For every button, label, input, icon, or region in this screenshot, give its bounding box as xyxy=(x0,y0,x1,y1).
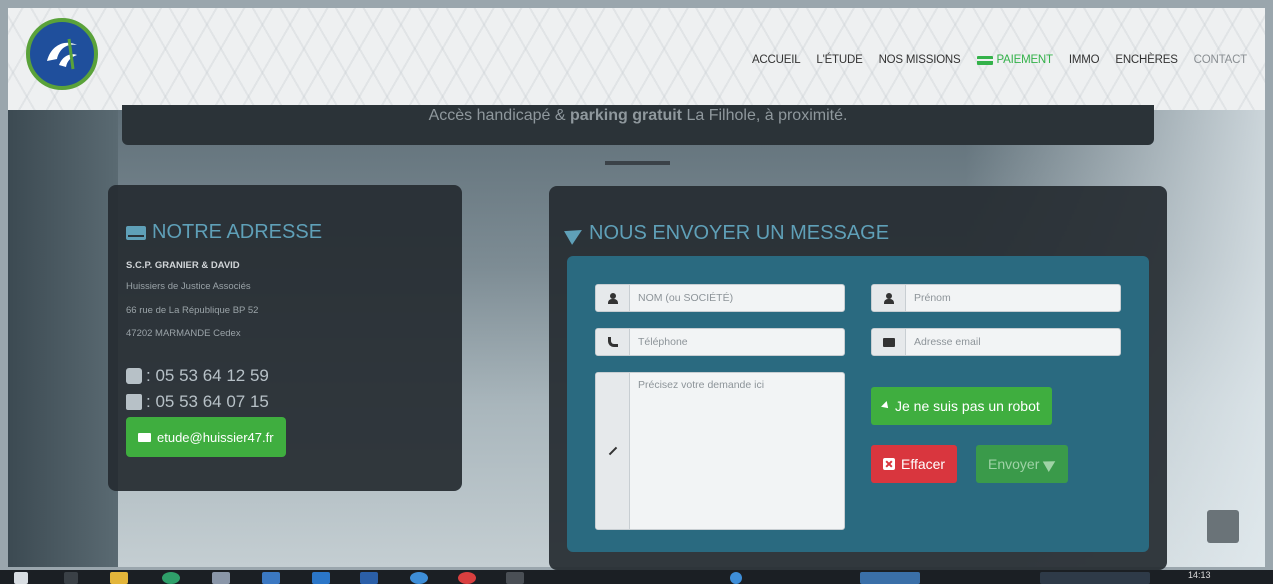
site-logo[interactable] xyxy=(26,18,98,90)
file-icon[interactable] xyxy=(506,572,524,584)
message-panel: NOUS ENVOYER UN MESSAGE Je ne suis pas u… xyxy=(549,186,1167,570)
start-icon[interactable] xyxy=(14,572,28,584)
phone-input[interactable] xyxy=(630,329,844,355)
folder-icon[interactable] xyxy=(110,572,128,584)
browser-icon[interactable] xyxy=(162,572,180,584)
banner-text-bold: parking gratuit xyxy=(570,107,683,124)
outlook-icon[interactable] xyxy=(312,572,330,584)
nav-paiement-label: PAIEMENT xyxy=(996,54,1054,66)
message-title: NOUS ENVOYER UN MESSAGE xyxy=(564,222,890,245)
phone-number: : 05 53 64 12 59 xyxy=(126,366,269,386)
store-icon[interactable] xyxy=(360,572,378,584)
clear-button[interactable]: Effacer xyxy=(871,445,958,483)
email-text: etude@huissier47.fr xyxy=(157,429,274,445)
fax-text: : 05 53 64 07 15 xyxy=(146,392,269,411)
phone-addon xyxy=(596,329,630,355)
close-box-icon xyxy=(883,458,895,470)
email-field xyxy=(871,328,1121,356)
phone-field xyxy=(595,328,845,356)
firstname-input[interactable] xyxy=(906,285,1120,311)
request-field xyxy=(595,372,845,530)
company-name: S.C.P. GRANIER & DAVID xyxy=(126,260,240,271)
envelope-icon xyxy=(126,225,146,240)
search-icon[interactable] xyxy=(64,572,78,584)
message-title-text: NOUS ENVOYER UN MESSAGE xyxy=(589,222,890,244)
scroll-top-button[interactable] xyxy=(1207,510,1239,543)
name-input[interactable] xyxy=(630,285,844,311)
word-icon[interactable] xyxy=(262,572,280,584)
section-divider xyxy=(605,161,670,165)
edge-icon[interactable] xyxy=(410,572,428,584)
envelope-icon xyxy=(882,337,895,347)
address-line-1: Huissiers de Justice Associés xyxy=(126,281,251,292)
address-panel: NOTRE ADRESSE S.C.P. GRANIER & DAVID Hui… xyxy=(108,185,462,491)
pencil-addon xyxy=(596,373,630,529)
email-addon xyxy=(872,329,906,355)
payment-card-icon xyxy=(976,55,993,65)
user-icon xyxy=(607,292,618,304)
nav-missions[interactable]: NOS MISSIONS xyxy=(871,54,969,66)
main-nav: ACCUEIL L'ÉTUDE NOS MISSIONS PAIEMENT IM… xyxy=(744,54,1255,66)
tray-icons[interactable] xyxy=(860,572,920,584)
name-field xyxy=(595,284,845,312)
taskbar-clock[interactable]: 14:13 xyxy=(1188,570,1211,580)
request-textarea[interactable] xyxy=(630,373,844,529)
send-button[interactable]: Envoyer xyxy=(976,445,1069,483)
address-title-text: NOTRE ADRESSE xyxy=(152,221,323,243)
phone-text: : 05 53 64 12 59 xyxy=(146,366,269,385)
nav-contact[interactable]: CONTACT xyxy=(1186,54,1255,66)
background-wall xyxy=(8,105,118,567)
windows-taskbar: 14:13 xyxy=(0,570,1273,584)
cursor-icon xyxy=(881,401,891,411)
captcha-label: Je ne suis pas un robot xyxy=(895,398,1040,414)
address-line-3: 47202 MARMANDE Cedex xyxy=(126,328,241,339)
email-input[interactable] xyxy=(906,329,1120,355)
firstname-field xyxy=(871,284,1121,312)
site-header: ACCUEIL L'ÉTUDE NOS MISSIONS PAIEMENT IM… xyxy=(8,8,1265,110)
user-addon xyxy=(596,285,630,311)
tray-icon[interactable] xyxy=(730,572,742,584)
send-plane-icon xyxy=(1043,456,1059,472)
system-tray[interactable] xyxy=(1040,572,1150,584)
email-button[interactable]: etude@huissier47.fr xyxy=(126,417,286,457)
mail-icon xyxy=(138,432,151,442)
nav-accueil[interactable]: ACCUEIL xyxy=(744,54,808,66)
send-label: Envoyer xyxy=(988,456,1040,472)
user-icon xyxy=(883,292,894,304)
fax-number: : 05 53 64 07 15 xyxy=(126,392,269,412)
nav-immo[interactable]: IMMO xyxy=(1061,54,1108,66)
clear-label: Effacer xyxy=(901,456,946,472)
banner-text-before: Accès handicapé & xyxy=(428,107,570,124)
contact-form: Je ne suis pas un robot Effacer Envoyer xyxy=(567,256,1149,552)
nav-encheres[interactable]: ENCHÈRES xyxy=(1107,54,1185,66)
paper-plane-icon xyxy=(564,222,586,245)
telephone-icon xyxy=(607,337,618,347)
captcha-button[interactable]: Je ne suis pas un robot xyxy=(871,387,1052,425)
address-line-2: 66 rue de La République BP 52 xyxy=(126,305,259,316)
access-banner: Accès handicapé & parking gratuit La Fil… xyxy=(122,105,1154,145)
phone-icon xyxy=(126,368,142,384)
pencil-icon xyxy=(608,446,617,456)
banner-text-after: La Filhole, à proximité. xyxy=(682,107,848,124)
fax-icon xyxy=(126,394,142,410)
user-addon-2 xyxy=(872,285,906,311)
chrome-icon[interactable] xyxy=(458,572,476,584)
app-icon[interactable] xyxy=(212,572,230,584)
nav-etude[interactable]: L'ÉTUDE xyxy=(808,54,870,66)
address-title: NOTRE ADRESSE xyxy=(126,221,322,244)
logo-emblem-icon xyxy=(47,38,77,70)
nav-paiement[interactable]: PAIEMENT xyxy=(969,54,1061,66)
